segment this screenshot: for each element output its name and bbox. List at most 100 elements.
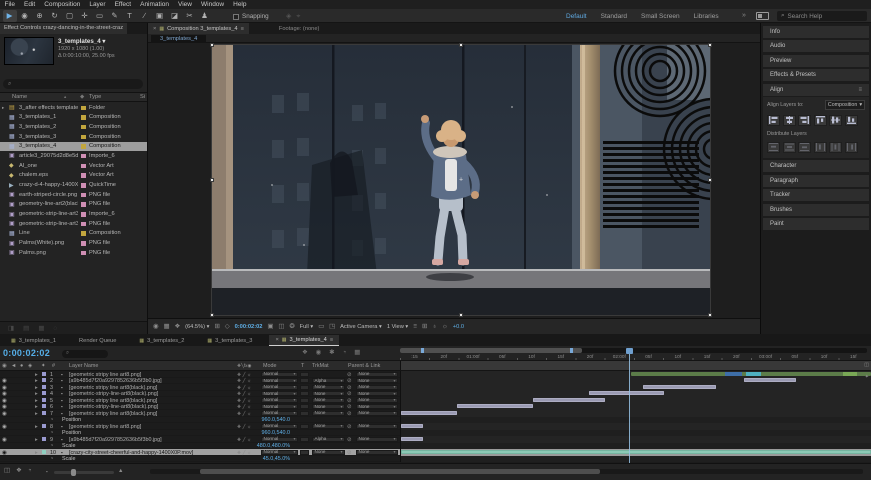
layer-duration-bar[interactable] [401, 424, 423, 428]
snapping-toggle[interactable]: Snapping [233, 13, 269, 20]
blend-mode-select[interactable]: Normal▾ [261, 391, 298, 396]
trkmat-column-header[interactable]: TrkMat [312, 363, 329, 369]
grid-guides-icon[interactable]: ⊞ [214, 323, 219, 330]
navigator-bar[interactable] [400, 348, 582, 353]
column-name[interactable]: Name [12, 94, 27, 100]
distribute-horizontal-center-icon[interactable] [829, 142, 842, 153]
close-icon[interactable]: × [153, 26, 156, 32]
trkmat-select[interactable]: None▾ [312, 450, 345, 455]
share-view-icon[interactable]: ❖ [174, 323, 180, 330]
timeline-zoom-slider[interactable] [54, 471, 114, 474]
menu-file[interactable]: File [0, 1, 19, 8]
switches-column-icons[interactable]: ❖╲fx◉ [237, 363, 251, 369]
layer-handle[interactable] [459, 43, 463, 47]
layer-anchor-point[interactable]: + [459, 177, 463, 184]
layer-duration-bar[interactable] [643, 385, 716, 389]
expand-layer-switches-icon[interactable]: ◫ [4, 467, 10, 474]
layer-handle[interactable] [708, 178, 712, 182]
layer-duration-bar[interactable] [744, 378, 796, 382]
project-item[interactable]: ▣Palms(White).pngPNG file [0, 239, 147, 249]
camera-tool[interactable]: ▢ [63, 10, 77, 22]
pen-tool[interactable]: ✎ [108, 10, 122, 22]
label-color-swatch[interactable] [81, 222, 86, 227]
blend-mode-select[interactable]: Normal▾ [261, 411, 298, 416]
snapping-checkbox[interactable] [233, 14, 239, 20]
viewer-canvas[interactable]: + [148, 43, 760, 318]
layer-color-swatch[interactable] [42, 424, 46, 428]
workspace-small-screen[interactable]: Small Screen [641, 13, 680, 20]
layer-color-swatch[interactable] [42, 411, 46, 415]
rotation-tool[interactable]: ↻ [48, 10, 62, 22]
panel-paragraph[interactable]: Paragraph [763, 175, 869, 187]
trkmat-select[interactable]: None▾ [312, 385, 345, 390]
menu-layer[interactable]: Layer [85, 1, 110, 8]
t-switch[interactable] [300, 398, 309, 403]
tab-effect-controls[interactable]: Effect Controls crazy-dancing-in-the-str… [0, 23, 127, 34]
transparency-grid-icon[interactable]: ◳ [329, 323, 335, 330]
distribute-left-icon[interactable] [814, 142, 827, 153]
timeline-tab-render-queue[interactable]: Render Queue [73, 335, 122, 346]
mode-column-header[interactable]: Mode [263, 363, 277, 369]
label-color-swatch[interactable] [81, 115, 86, 120]
scrollbar-thumb[interactable] [200, 469, 600, 474]
t-switch[interactable] [300, 404, 309, 409]
selection-tool[interactable]: ▶ [3, 10, 17, 22]
panel-align[interactable]: Align ≡ [763, 84, 869, 96]
t-switch[interactable] [300, 450, 309, 455]
project-item[interactable]: ▣geometry-line-art2(black).pngPNG file [0, 200, 147, 210]
blend-mode-select[interactable]: Normal▾ [261, 450, 298, 455]
trkmat-select[interactable]: None▾ [312, 411, 345, 416]
distribute-top-icon[interactable] [767, 142, 780, 153]
menu-effect[interactable]: Effect [110, 1, 136, 8]
rectangle-tool[interactable]: ▭ [93, 10, 107, 22]
t-switch[interactable] [300, 437, 309, 442]
new-composition-icon[interactable]: ▦ [38, 324, 44, 332]
parent-link-select[interactable]: None▾ [356, 391, 398, 396]
label-color-swatch[interactable] [81, 193, 86, 198]
timeline-navigator[interactable] [400, 348, 867, 353]
stopwatch-icon[interactable]: ◔ [50, 456, 53, 462]
trkmat-select[interactable]: Alpha▾ [312, 378, 345, 383]
view-layout-popup[interactable]: Active Camera ▾ [340, 324, 382, 330]
menu-edit[interactable]: Edit [19, 1, 39, 8]
layer-duration-bar[interactable] [533, 398, 606, 402]
project-item[interactable]: ▸▤3_after effects templatesFolder [0, 103, 147, 113]
puppet-pin-tool[interactable]: ♟ [198, 10, 212, 22]
blend-mode-select[interactable]: Normal▾ [261, 437, 298, 442]
mask-visibility-icon[interactable]: ◇ [225, 323, 230, 330]
show-snapshot-icon[interactable]: ◫ [278, 323, 284, 330]
label-color-swatch[interactable] [81, 183, 86, 188]
roto-brush-tool[interactable]: ✂ [183, 10, 197, 22]
snapping-options-icons[interactable]: ◈⌖ [286, 12, 305, 21]
trkmat-select[interactable]: None▾ [312, 424, 345, 429]
zoom-tool[interactable]: ⊕ [33, 10, 47, 22]
video-column-icon[interactable]: ◉ [2, 363, 7, 369]
workspace-libraries[interactable]: Libraries [694, 13, 719, 20]
layer-color-swatch[interactable] [42, 404, 46, 408]
layer-duration-bar[interactable] [401, 450, 871, 454]
workspace-default[interactable]: Default [566, 13, 587, 20]
eraser-tool[interactable]: ◪ [168, 10, 182, 22]
close-icon[interactable]: × [275, 337, 278, 343]
label-column-icon[interactable]: ✦ [41, 363, 46, 369]
current-timecode[interactable]: 0:00:02:02 [3, 348, 50, 358]
parent-link-select[interactable]: None▾ [356, 404, 398, 409]
align-right-icon[interactable] [798, 115, 811, 126]
audio-column-icon[interactable]: ◄ [11, 363, 16, 369]
panel-audio[interactable]: Audio [763, 40, 869, 52]
t-switch[interactable] [300, 391, 309, 396]
panel-effects-presets[interactable]: Effects & Presets [763, 69, 869, 81]
number-column-header[interactable]: # [52, 363, 55, 369]
menu-window[interactable]: Window [197, 1, 229, 8]
layer-handle[interactable] [708, 313, 712, 317]
layer-color-swatch[interactable] [42, 378, 46, 382]
t-switch[interactable] [300, 372, 309, 377]
timeline-zoom-out-icon[interactable]: ▪ [46, 469, 48, 474]
blend-mode-select[interactable]: Normal▾ [261, 385, 298, 390]
project-item[interactable]: ▶crazy-d-4-happy-1400X0P.movQuickTime [0, 181, 147, 191]
project-item[interactable]: ▣geometric-strip-line-art3.jpgImporte_6 [0, 210, 147, 220]
expand-in-out-icon[interactable]: ◔ [28, 467, 32, 474]
help-search-input[interactable]: ⌕ Search Help [777, 11, 867, 21]
layer-color-swatch[interactable] [42, 391, 46, 395]
label-color-swatch[interactable] [81, 125, 86, 130]
